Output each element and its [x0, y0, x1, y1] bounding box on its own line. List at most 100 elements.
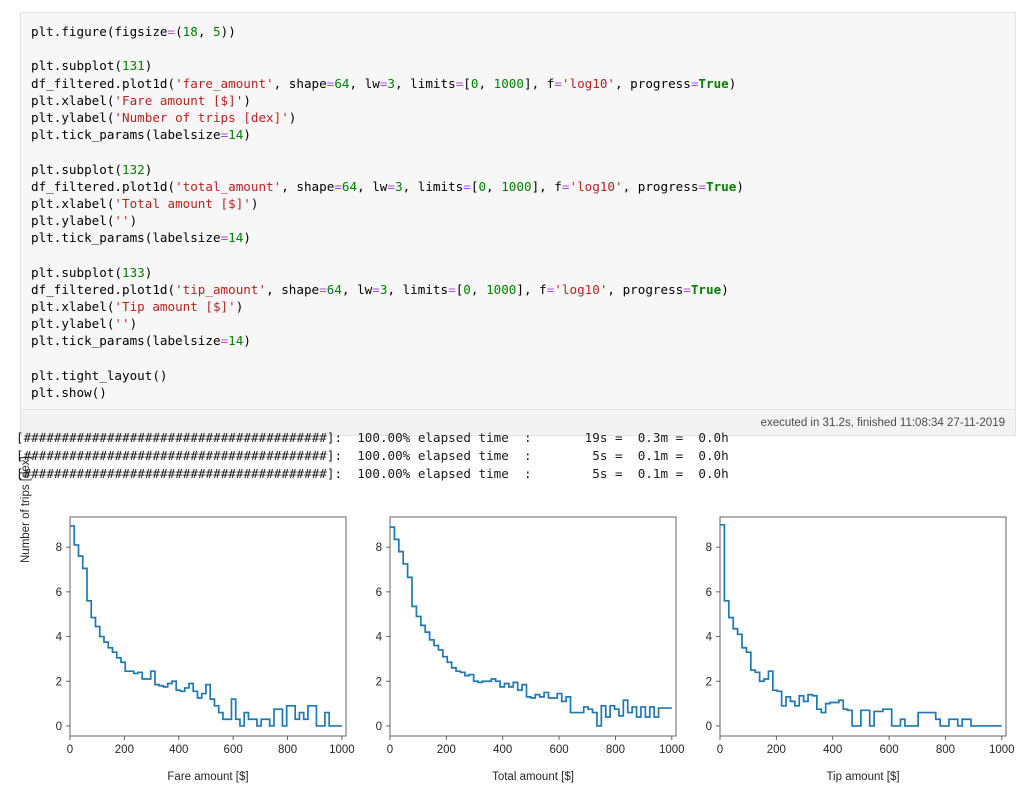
code-token: , progress	[622, 178, 699, 194]
y-axis-tick-label: 8	[706, 542, 712, 554]
code-token: 0	[463, 281, 471, 297]
x-axis-tick-label: 0	[67, 744, 73, 756]
progress-bar-line: [#######################################…	[16, 430, 729, 445]
code-token: , lw	[341, 281, 373, 297]
code-token: 'Number of trips [dex]'	[114, 109, 289, 125]
x-axis-label: Tip amount [$]	[826, 771, 899, 783]
code-token: )	[736, 178, 744, 194]
execution-status-text: executed in 31.2s, finished 11:08:34 27-…	[760, 417, 1005, 430]
y-axis-tick-label: 6	[376, 587, 382, 599]
code-token: =	[698, 178, 706, 194]
code-token: )	[728, 75, 737, 91]
plot-canvas-3: 0 200 400 600 800 1000 0 2 4 6 8 Tip amount [$]	[706, 516, 1014, 783]
code-token: =	[387, 178, 395, 194]
notebook-code-cell[interactable]: plt.figure(figsize=(18, 5)) plt.subplot(…	[20, 12, 1016, 437]
code-token: ''	[114, 213, 130, 229]
code-token: =	[561, 178, 570, 194]
code-token: =	[319, 281, 327, 297]
y-axis-label-1: Number of trips [dex]	[20, 456, 32, 563]
plot-canvas-2: 0 200 400 600 800 1000 0 2 4 6 8 Total amount [$]	[376, 516, 684, 783]
code-line: plt.ylabel('')	[31, 212, 1015, 229]
x-axis-tick-label: 800	[278, 744, 297, 756]
y-axis-tick-label: 0	[56, 721, 62, 733]
code-token: )	[243, 333, 251, 349]
code-line: plt.tick_params(labelsize=14)	[31, 332, 1015, 349]
code-token: plt.subplot(	[31, 58, 122, 74]
x-axis-tick-label: 800	[606, 744, 625, 756]
x-axis-tick-label: 600	[224, 744, 243, 756]
code-line: plt.ylabel('')	[31, 315, 1015, 332]
code-line: df_filtered.plot1d('fare_amount', shape =…	[31, 75, 1015, 92]
x-axis-tick-label: 400	[493, 744, 512, 756]
code-token: df_filtered.plot1d(	[31, 178, 176, 194]
x-axis-tick-label: 600	[879, 744, 898, 756]
code-token: =	[372, 281, 380, 297]
matplotlib-figure: 0 200 400 600 800 1000 0 2 4 6 8 Fare amount [$] Nu…	[0, 456, 1036, 788]
plot-frame	[69, 516, 347, 737]
code-token: 'log10'	[561, 75, 615, 91]
y-axis-tick-label: 4	[706, 632, 713, 644]
code-line: plt.tick_params(labelsize=14)	[31, 126, 1015, 143]
code-token: plt.tight_layout()	[31, 367, 168, 383]
code-token: ))	[220, 24, 236, 39]
code-token: True	[706, 178, 737, 194]
code-token: 1000	[501, 178, 532, 194]
code-token: plt.ylabel(	[31, 213, 115, 229]
code-editor-area[interactable]: plt.figure(figsize=(18, 5)) plt.subplot(…	[21, 13, 1015, 409]
code-token: )	[144, 264, 153, 280]
code-token: ], f	[523, 75, 555, 91]
code-line: plt.xlabel('Tip amount [$]')	[31, 298, 1015, 315]
y-axis-tick-label: 2	[706, 676, 712, 688]
code-token: 'Tip amount [$]'	[114, 299, 236, 314]
code-line: df_filtered.plot1d('tip_amount', shape=6…	[31, 281, 1015, 298]
x-axis-tick-label: 0	[387, 744, 393, 756]
code-token: plt.xlabel(	[31, 92, 115, 108]
progress-output-block: [#######################################…	[16, 429, 1020, 483]
code-line: df_filtered.plot1d('total_amount', shape…	[31, 178, 1015, 195]
progress-bar-line: [#######################################…	[16, 466, 729, 481]
code-token: , shape	[281, 178, 335, 194]
code-token: 132	[122, 161, 145, 177]
y-axis-tick-label: 0	[706, 721, 712, 733]
code-token: )	[721, 281, 729, 297]
x-axis-tick-label: 400	[823, 744, 842, 756]
x-axis-tick-label: 600	[549, 744, 568, 756]
code-token: 5	[213, 24, 221, 39]
code-token: )	[288, 109, 297, 125]
y-axis-tick-label: 8	[376, 542, 382, 554]
code-token: plt.show()	[31, 384, 107, 400]
code-token: [	[463, 75, 471, 91]
code-token: , progress	[607, 281, 684, 297]
code-token: , shape	[273, 75, 327, 91]
code-token: )	[235, 299, 244, 314]
code-token: plt.xlabel(	[31, 195, 115, 211]
code-token: 'log10'	[554, 281, 608, 297]
code-token: ], f	[516, 281, 547, 297]
code-token: =	[334, 178, 342, 194]
code-line: plt.tight_layout()	[31, 367, 1015, 384]
code-token: )	[144, 161, 153, 177]
code-token: plt.ylabel(	[31, 109, 115, 125]
code-token: plt.subplot(	[31, 161, 122, 177]
code-token: 'Fare amount [$]'	[114, 92, 244, 108]
code-token: ''	[114, 316, 130, 332]
code-token: )	[243, 127, 251, 143]
code-token: =	[167, 24, 176, 39]
x-axis-tick-label: 400	[169, 744, 188, 756]
code-line: plt.tick_params(labelsize=14)	[31, 229, 1015, 246]
x-axis-tick-label: 1000	[659, 744, 684, 756]
code-token: 0	[478, 178, 487, 194]
code-token: 'tip_amount'	[175, 281, 267, 297]
code-token: (	[175, 24, 183, 39]
code-token: )	[129, 213, 138, 229]
subplot-total-amount: 0 200 400 600 800 1000 0 2 4 6 8 Total amount [$]	[352, 505, 684, 788]
code-token: plt.xlabel(	[31, 299, 115, 314]
y-axis-tick-label: 6	[56, 587, 62, 599]
code-token: 'Total amount [$]'	[114, 195, 251, 211]
code-token: plt.figure(figsize	[31, 24, 168, 39]
code-token: 14	[228, 127, 244, 143]
code-token: ], f	[531, 178, 562, 194]
code-token: ,	[197, 24, 214, 39]
code-token: , lw	[349, 75, 380, 91]
